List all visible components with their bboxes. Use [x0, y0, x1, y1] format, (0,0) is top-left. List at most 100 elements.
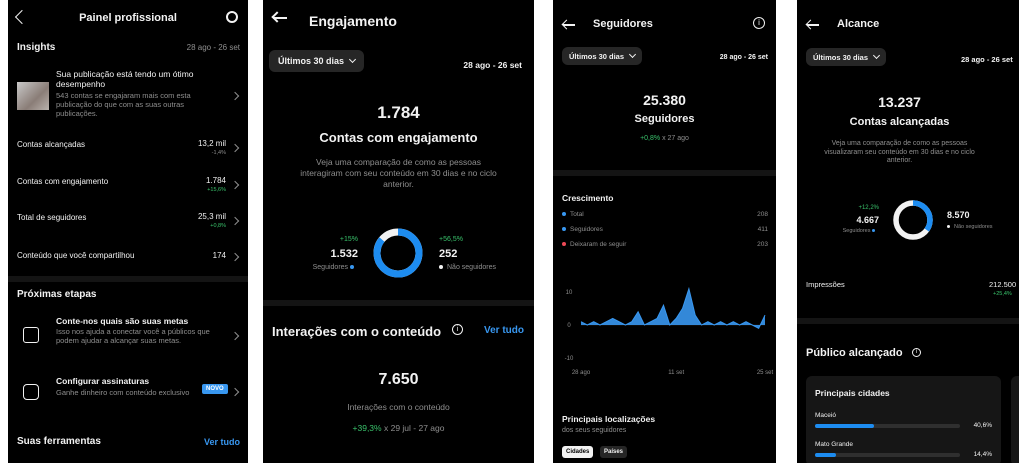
audience-heading: Público alcançado	[806, 347, 903, 359]
see-all-tools-link[interactable]: Ver tudo	[204, 437, 240, 447]
non-followers-label: Não seguidores	[954, 224, 993, 230]
growth-value: 208	[757, 211, 768, 218]
chevron-down-icon	[348, 55, 357, 64]
goals-title: Conte-nos quais são suas metas	[56, 316, 189, 326]
info-icon[interactable]: i	[753, 17, 765, 29]
engaged-accounts-value: 1.784	[377, 103, 420, 122]
growth-label: Seguidores	[570, 226, 603, 233]
page-title: Alcance	[837, 18, 880, 30]
followers-legend: Seguidores	[313, 264, 358, 271]
chevron-down-icon	[628, 50, 637, 59]
reached-accounts-label: Contas alcançadas	[849, 116, 950, 128]
metric-row[interactable]: Total de seguidores 25,3 mil +0,8%	[8, 207, 248, 235]
section-divider	[553, 170, 776, 176]
city-bar-track	[815, 453, 960, 457]
metric-row[interactable]: Contas alcançadas 13,2 mil -1,4%	[8, 134, 248, 162]
clipboard-icon	[23, 327, 39, 343]
subscriptions-card[interactable]: Configurar assinaturas Ganhe dinheiro co…	[8, 372, 248, 412]
comparison-description: Veja uma comparação de como as pessoas v…	[824, 140, 975, 164]
non-followers-change: +56,5%	[439, 236, 463, 243]
tab-countries[interactable]: Países	[600, 446, 628, 458]
non-followers-value: 252	[439, 248, 458, 260]
panel-followers: Seguidores i Últimos 30 dias 28 ago - 26…	[553, 0, 776, 463]
followers-dot	[350, 265, 354, 270]
followers-label: Seguidores	[312, 264, 349, 271]
subscriptions-icon	[23, 384, 39, 400]
chevron-right-icon	[230, 180, 240, 190]
goals-card[interactable]: Conte-nos quais são suas metas Isso nos …	[8, 312, 248, 360]
followers-label: Seguidores	[634, 113, 695, 125]
period-dropdown[interactable]: Últimos 30 dias	[562, 47, 643, 65]
back-arrow-head	[561, 19, 572, 30]
chevron-right-icon	[230, 252, 240, 262]
x-tick-label: 28 ago	[572, 370, 591, 376]
y-tick-label: 10	[566, 290, 573, 296]
interactions-title: Interações com o conteúdo	[272, 324, 442, 339]
metric-value: 1.784	[205, 176, 226, 185]
followers-change-period: x 27 ago	[662, 135, 689, 142]
date-range: 28 ago - 26 set	[961, 55, 1013, 64]
impressions-change: +25,4%	[993, 291, 1012, 297]
new-badge: NOVO	[202, 384, 228, 394]
y-tick-label: 0	[567, 323, 571, 329]
chevron-right-icon	[230, 216, 240, 226]
metric-change: +15,6%	[207, 187, 226, 193]
metric-label: Contas com engajamento	[17, 177, 109, 186]
chevron-right-icon	[230, 143, 240, 153]
interactions-period: x 29 jul - 27 ago	[383, 423, 445, 433]
info-icon[interactable]: i	[912, 348, 921, 357]
city-percent: 40,6%	[973, 422, 992, 429]
interactions-label: Interações com o conteúdo	[347, 402, 450, 412]
post-insight-card[interactable]: Sua publicação está tendo um ótimo desem…	[8, 64, 248, 126]
growth-row: Deixaram de seguir 203	[562, 241, 768, 252]
period-dropdown[interactable]: Últimos 30 dias	[806, 48, 887, 66]
page-title: Seguidores	[593, 18, 653, 30]
period-label: Últimos 30 dias	[813, 52, 869, 62]
info-icon[interactable]: i	[452, 324, 463, 335]
interactions-change-row: +39,3% x 29 jul - 27 ago	[263, 423, 534, 433]
period-label: Últimos 30 dias	[569, 51, 625, 61]
metric-value: 13,2 mil	[197, 139, 226, 148]
growth-chart: 10 0 -10 28 ago 11 set 25 set	[565, 286, 773, 376]
followers-change: +15%	[339, 236, 358, 243]
chevron-right-icon	[230, 331, 240, 341]
non-followers-legend: Não seguidores	[439, 264, 496, 271]
non-followers-legend: Não seguidores	[947, 224, 993, 230]
subscriptions-title: Configurar assinaturas	[56, 376, 150, 386]
growth-value: 203	[757, 241, 768, 248]
cities-card: Principais cidades Maceió 40,6% Mato Gra…	[806, 376, 1001, 463]
metric-row[interactable]: Contas com engajamento 1.784 +15,6%	[8, 171, 248, 199]
metric-label: Total de seguidores	[17, 213, 87, 222]
see-all-link[interactable]: Ver tudo	[484, 325, 524, 336]
followers-change-row: +0,8% x 27 ago	[553, 135, 776, 142]
followers-dot	[562, 227, 566, 232]
metric-value: 25,3 mil	[197, 212, 226, 221]
total-dot	[562, 212, 566, 217]
insights-heading: Insights	[17, 42, 56, 53]
city-name: Mato Grande	[815, 441, 853, 448]
chevron-right-icon	[230, 91, 240, 101]
metric-label: Conteúdo que você compartilhou	[17, 251, 135, 260]
growth-heading: Crescimento	[562, 193, 614, 203]
interactions-change: +39,3%	[352, 423, 382, 433]
settings-icon[interactable]	[226, 11, 238, 23]
metric-row[interactable]: Conteúdo que você compartilhou 174	[8, 245, 248, 267]
non-followers-label: Não seguidores	[447, 264, 497, 271]
period-dropdown[interactable]: Últimos 30 dias	[269, 50, 365, 72]
panel-engagement: Engajamento Últimos 30 dias 28 ago - 26 …	[263, 0, 534, 463]
x-tick-label: 11 set	[668, 370, 684, 376]
next-steps-heading: Próximas etapas	[17, 289, 97, 300]
page-title: Painel profissional	[79, 12, 177, 24]
locations-subtitle: dos seus seguidores	[562, 427, 627, 434]
growth-row: Total 208	[562, 211, 768, 222]
next-card-edge	[1011, 376, 1019, 463]
engaged-accounts-label: Contas com engajamento	[319, 130, 478, 145]
tab-cities[interactable]: Cidades	[562, 446, 594, 458]
unfollowed-dot	[562, 242, 566, 247]
panel-reach: Alcance Últimos 30 dias 28 ago - 26 set …	[797, 0, 1019, 463]
audience-title: Público alcançado	[806, 347, 903, 359]
back-arrow-head	[805, 19, 816, 30]
y-tick-label: -10	[565, 356, 574, 362]
subscriptions-body: Ganhe dinheiro com conteúdo exclusivo	[56, 388, 190, 397]
growth-label: Deixaram de seguir	[570, 241, 627, 248]
